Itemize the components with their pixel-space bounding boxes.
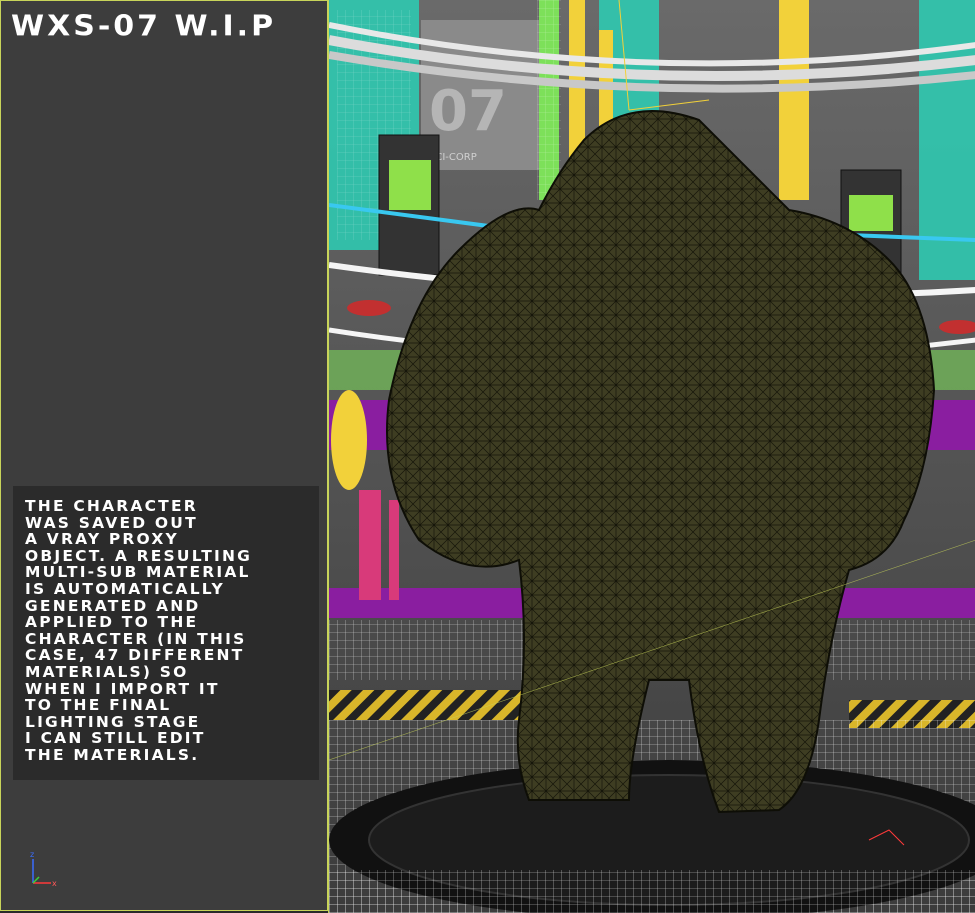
info-panel: WXS-07 W.I.P The character was saved out… [0, 0, 328, 911]
note-box: The character was saved out a Vray proxy… [13, 486, 319, 780]
gizmo-x-label: x [52, 879, 57, 888]
wall-sign-number: 07 [429, 79, 507, 144]
note-text: The character was saved out a Vray proxy… [25, 497, 253, 764]
axis-gizmo-icon: z x [30, 850, 57, 888]
screen-left [389, 160, 431, 210]
gizmo-z-label: z [30, 850, 34, 859]
3d-viewport[interactable]: 07 SCI-CORP [328, 0, 975, 913]
viewport-render: 07 SCI-CORP [329, 0, 975, 913]
app-frame: WXS-07 W.I.P The character was saved out… [0, 0, 975, 913]
screen-right [849, 195, 893, 231]
panel-title: WXS-07 W.I.P [11, 9, 277, 44]
